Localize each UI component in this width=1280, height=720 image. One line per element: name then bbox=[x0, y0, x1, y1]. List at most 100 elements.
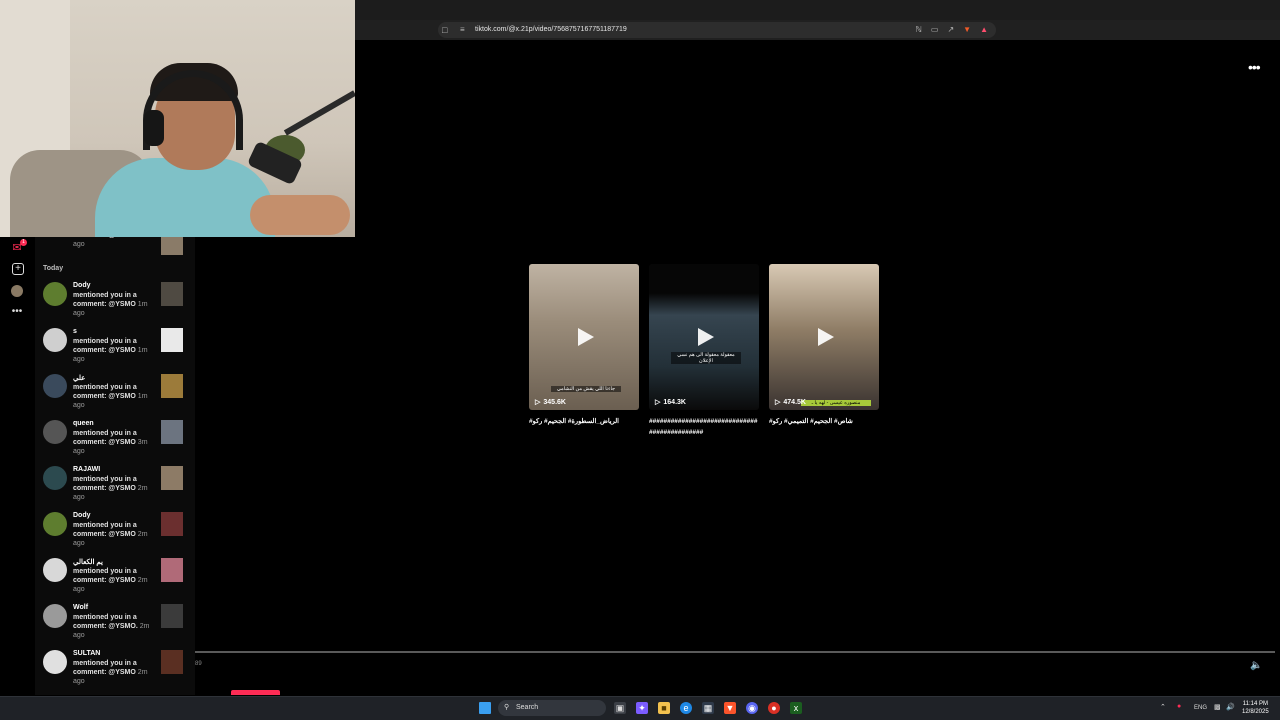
video-thumbnail[interactable] bbox=[161, 374, 183, 398]
avatar[interactable] bbox=[43, 650, 67, 674]
play-count-icon: ▷ bbox=[775, 399, 781, 406]
notification-text: mentioned you in a comment: @YSMO 1m ago bbox=[73, 337, 153, 364]
video-title-2[interactable]: ########################################… bbox=[649, 416, 761, 438]
task-view-icon[interactable]: ▣ bbox=[614, 702, 626, 714]
video-thumbnail[interactable] bbox=[161, 466, 183, 490]
avatar[interactable] bbox=[43, 328, 67, 352]
upload-icon[interactable]: + bbox=[12, 263, 24, 275]
discord-icon[interactable]: ◉ bbox=[746, 702, 758, 714]
video-progress-bar[interactable] bbox=[195, 651, 1275, 653]
chrome-icon[interactable]: ● bbox=[768, 702, 780, 714]
inbox-badge: 1 bbox=[20, 239, 27, 246]
notification-text: mentioned you in a comment: @YSMO 3m ago bbox=[73, 429, 153, 456]
copilot-icon[interactable]: ✦ bbox=[636, 702, 648, 714]
notification-message: mentioned you in a comment: @YSMO. bbox=[73, 614, 138, 630]
system-clock[interactable]: 11:14 PM 12/8/2025 bbox=[1242, 700, 1269, 716]
notification-text: mentioned you in a comment: @YSMO 1m ago bbox=[73, 291, 153, 318]
notification-username[interactable]: queen bbox=[73, 420, 94, 427]
cast-icon[interactable]: ▭ bbox=[931, 25, 939, 34]
network-icon[interactable]: ▩ bbox=[1214, 703, 1221, 711]
notification-text: mentioned you in a comment: @YSMO 2m ago bbox=[73, 659, 153, 686]
taskbar-search-label: Search bbox=[516, 704, 539, 711]
notification-text: mentioned you in a comment: @YSMO 2m ago bbox=[73, 521, 153, 548]
today-heading: Today bbox=[43, 265, 64, 272]
notification-username[interactable]: s bbox=[73, 328, 77, 335]
video-thumbnail[interactable] bbox=[161, 558, 183, 582]
brave-rewards-icon[interactable]: ▲ bbox=[980, 25, 988, 34]
video-title-3[interactable]: #شاص# الجحيم# التميمي# ركو bbox=[769, 416, 881, 427]
notification-username[interactable]: يم الكعالي bbox=[73, 558, 103, 566]
site-settings-icon[interactable]: ≡ bbox=[460, 25, 465, 34]
notification-username[interactable]: Dody bbox=[73, 282, 91, 289]
left-icon-rail: ✉ 1 + ••• bbox=[0, 237, 35, 695]
brave-icon[interactable]: ▼ bbox=[724, 702, 736, 714]
playback-time: 89 bbox=[195, 661, 202, 667]
video-title-1[interactable]: #الرياض_السطورة# الجحيم# ركو bbox=[529, 416, 641, 427]
notification-username[interactable]: علي bbox=[73, 374, 85, 382]
search-icon: ⚲ bbox=[504, 704, 510, 711]
play-icon bbox=[578, 328, 594, 346]
video-thumbnail[interactable] bbox=[161, 420, 183, 444]
microphone-icon[interactable]: ● bbox=[1177, 703, 1181, 710]
notification-message: mentioned you in a comment: @YSMO bbox=[73, 292, 137, 308]
notification-text: mentioned you in a comment: @YSMO 2m ago bbox=[73, 475, 153, 502]
notification-username[interactable]: RAJAWI bbox=[73, 466, 100, 473]
bookmark-icon[interactable]: □ bbox=[442, 25, 447, 35]
video-card-1[interactable]: جاءنا اللي يقش من النشامي ▷ 345.6K bbox=[529, 264, 639, 410]
view-count: ▷ 345.6K bbox=[535, 399, 566, 406]
video-card-2[interactable]: معقولة معقولة الى هم نسي الإعلان ▷ 164.3K bbox=[649, 264, 759, 410]
notification-message: comment: @YSMO bbox=[73, 237, 136, 239]
notification-username[interactable]: Wolf bbox=[73, 604, 88, 611]
video-thumbnail[interactable] bbox=[161, 650, 183, 674]
share-icon[interactable]: ↗ bbox=[947, 25, 954, 34]
play-count-icon: ▷ bbox=[655, 399, 661, 406]
more-options-icon[interactable]: ••• bbox=[1248, 59, 1261, 75]
notification-text: comment: @YSMO 57s ago bbox=[73, 237, 153, 249]
windows-start-icon[interactable] bbox=[479, 702, 491, 714]
notification-username[interactable]: SULTAN bbox=[73, 650, 100, 657]
more-menu-icon[interactable]: ••• bbox=[10, 305, 24, 319]
notification-message: mentioned you in a comment: @YSMO bbox=[73, 338, 137, 354]
clock-time: 11:14 PM bbox=[1242, 701, 1268, 707]
avatar[interactable] bbox=[43, 420, 67, 444]
avatar[interactable] bbox=[43, 604, 67, 628]
video-overlay-caption: منصوره عيسى - لهه يا ـ bbox=[801, 400, 871, 406]
file-explorer-icon[interactable]: ■ bbox=[658, 702, 670, 714]
view-count: ▷ 164.3K bbox=[655, 399, 686, 406]
avatar[interactable] bbox=[43, 512, 67, 536]
video-thumbnail[interactable] bbox=[161, 282, 183, 306]
excel-icon[interactable]: x bbox=[790, 702, 802, 714]
video-thumbnail[interactable] bbox=[161, 604, 183, 628]
play-count-icon: ▷ bbox=[535, 399, 541, 406]
avatar[interactable] bbox=[43, 374, 67, 398]
video-overlay-caption: جاءنا اللي يقش من النشامي bbox=[551, 386, 621, 392]
speaker-icon[interactable]: 🔊 bbox=[1226, 703, 1235, 711]
activity-panel: Today comment: @YSMO 57s ago Dody mentione… bbox=[35, 237, 195, 695]
video-overlay-caption: معقولة معقولة الى هم نسي الإعلان bbox=[671, 352, 741, 364]
language-indicator[interactable]: ENG bbox=[1194, 705, 1207, 711]
store-icon[interactable]: ▦ bbox=[702, 702, 714, 714]
edge-icon[interactable]: e bbox=[680, 702, 692, 714]
video-card-3[interactable]: منصوره عيسى - لهه يا ـ ▷ 474.5K bbox=[769, 264, 879, 410]
avatar[interactable] bbox=[43, 282, 67, 306]
notification-message: mentioned you in a comment: @YSMO bbox=[73, 522, 137, 538]
notification-message: mentioned you in a comment: @YSMO bbox=[73, 430, 137, 446]
url-text: tiktok.com/@x.21p/video/7568757167751187… bbox=[475, 26, 627, 33]
brave-shield-icon[interactable]: ▼ bbox=[963, 25, 971, 34]
notification-message: mentioned you in a comment: @YSMO bbox=[73, 384, 137, 400]
avatar[interactable] bbox=[43, 466, 67, 490]
translate-icon[interactable]: ℕ bbox=[915, 25, 921, 34]
clock-date: 12/8/2025 bbox=[1242, 709, 1269, 715]
volume-icon[interactable]: 🔈 bbox=[1250, 660, 1262, 671]
video-thumbnail[interactable] bbox=[161, 512, 183, 536]
video-thumbnail[interactable] bbox=[161, 237, 183, 255]
show-hidden-icons-icon[interactable]: ⌃ bbox=[1160, 703, 1166, 711]
notification-username[interactable]: Dody bbox=[73, 512, 91, 519]
notification-message: mentioned you in a comment: @YSMO bbox=[73, 476, 137, 492]
profile-avatar[interactable] bbox=[11, 285, 23, 297]
taskbar-search[interactable]: ⚲ Search bbox=[498, 700, 606, 716]
address-bar[interactable]: □ ≡ tiktok.com/@x.21p/video/756875716775… bbox=[438, 22, 996, 38]
notification-text: mentioned you in a comment: @YSMO. 2m ag… bbox=[73, 613, 153, 640]
avatar[interactable] bbox=[43, 558, 67, 582]
video-thumbnail[interactable] bbox=[161, 328, 183, 352]
